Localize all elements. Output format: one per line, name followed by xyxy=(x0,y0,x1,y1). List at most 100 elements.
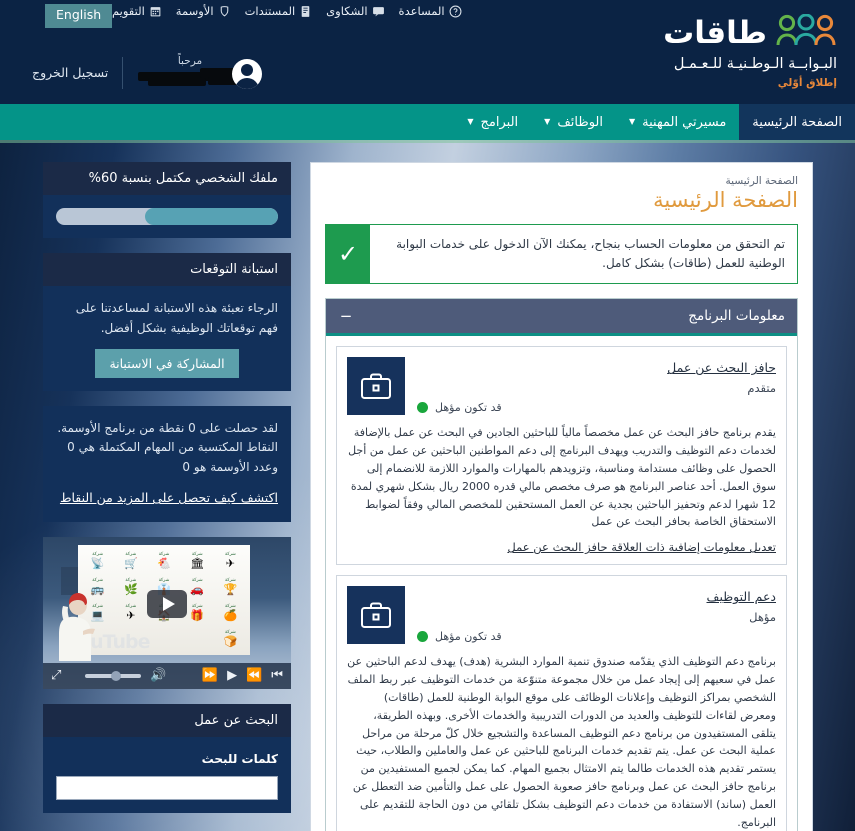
program-card-top: حافز البحث عن عمل متقدم قد تكون مؤهل xyxy=(347,357,776,416)
brand-tagline: إطلاق أوّلي xyxy=(777,76,837,89)
username-redacted xyxy=(134,68,246,87)
avatar-head xyxy=(241,64,253,76)
fullscreen-icon[interactable]: ⤢ xyxy=(51,669,61,682)
take-survey-button[interactable]: المشاركة في الاستبانة xyxy=(95,348,239,378)
play-icon[interactable]: ▶ xyxy=(227,669,237,682)
program-description: يقدم برنامج حافز البحث عن عمل مخصصاً مال… xyxy=(348,426,776,529)
skip-back-icon[interactable]: ⏮ xyxy=(271,669,283,682)
nav-item-label: مسيرتي المهنية xyxy=(642,114,727,130)
company-tile-icon: 🍊 xyxy=(223,609,238,623)
program-status: مؤهل xyxy=(749,610,776,625)
briefcase-icon xyxy=(347,586,405,645)
badge-shield-icon xyxy=(218,5,231,18)
company-tile: شركة 🍊 xyxy=(214,600,247,626)
nav-item-list: الصفحة الرئيسية مسيرتي المهنية ▼ الوظائف… xyxy=(0,104,855,140)
program-info-title: معلومات البرنامج xyxy=(688,308,785,325)
volume-slider[interactable] xyxy=(85,670,142,681)
collapse-toggle-button[interactable]: − xyxy=(338,308,354,324)
logout-link[interactable]: تسجيل الخروج xyxy=(32,65,120,80)
rewind-icon[interactable]: ⏪ xyxy=(246,669,262,682)
nav-underline xyxy=(0,140,855,143)
utility-item-documents[interactable]: المستندات xyxy=(245,4,313,18)
survey-description: الرجاء تعبئة هذه الاستبانة لمساعدتنا على… xyxy=(75,301,278,335)
badges-panel: لقد حصلت على 0 نقطة من برنامج الأوسمة. ا… xyxy=(43,405,291,522)
program-edit-link[interactable]: تعديل معلومات إضافية ذات العلاقة حافز ال… xyxy=(347,540,776,554)
avatar[interactable] xyxy=(232,59,262,89)
breadcrumb[interactable]: الصفحة الرئيسية xyxy=(325,175,798,187)
company-tile-icon: 🚗 xyxy=(190,583,205,597)
job-search-body: كلمات للبحث xyxy=(43,737,291,813)
company-tile-icon: 🏛 xyxy=(190,557,205,571)
badges-more-link[interactable]: اكتشف كيف تحصل على المزيد من النقاط xyxy=(60,488,278,509)
program-card-meta: دعم التوظيف مؤهل قد تكون مؤهل xyxy=(417,586,776,643)
language-toggle-button[interactable]: English xyxy=(45,4,113,28)
company-tile: شركة ✈ xyxy=(214,548,247,574)
company-tile-icon: 🏆 xyxy=(223,583,238,597)
company-tile: شركة ✈ xyxy=(114,600,147,626)
company-tile-icon: 🎁 xyxy=(190,609,205,623)
survey-body: الرجاء تعبئة هذه الاستبانة لمساعدتنا على… xyxy=(43,286,291,391)
program-title-link[interactable]: دعم التوظيف xyxy=(707,589,777,604)
chat-icon xyxy=(372,5,385,18)
company-tile: شركة 🛒 xyxy=(114,548,147,574)
chevron-down-icon: ▼ xyxy=(544,117,551,126)
nav-item-label: البرامج xyxy=(480,114,519,130)
avatar-body xyxy=(235,78,259,89)
sidebar: ملفك الشخصي مكتمل بنسبة 60% استبانة التو… xyxy=(43,162,291,828)
company-tile: شركة 🌿 xyxy=(114,574,147,600)
search-keywords-label: كلمات للبحث xyxy=(201,751,278,766)
program-eligibility: قد تكون مؤهل xyxy=(417,630,776,643)
nav-item-programs[interactable]: البرامج ▼ xyxy=(454,104,531,140)
utility-item-label: المساعدة xyxy=(398,4,445,18)
user-strip: تسجيل الخروج مرحباً xyxy=(0,52,300,100)
program-card: حافز البحث عن عمل متقدم قد تكون مؤهل يقد… xyxy=(336,346,787,566)
company-tile: شركة 🏆 xyxy=(214,574,247,600)
search-keywords-input[interactable] xyxy=(56,775,278,800)
brand-logo[interactable]: طاقات البـوابــة الـوطـنيـة للـعـمـل إطل… xyxy=(663,13,837,89)
program-card-top: دعم التوظيف مؤهل قد تكون مؤهل xyxy=(347,586,776,645)
volume-icon[interactable]: 🔊 xyxy=(150,669,166,682)
profile-progress-bar xyxy=(56,208,278,225)
video-play-overlay-button[interactable] xyxy=(147,589,187,618)
three-people-icon xyxy=(775,13,837,52)
program-title-link[interactable]: حافز البحث عن عمل xyxy=(667,360,776,375)
program-card: دعم التوظيف مؤهل قد تكون مؤهل برنامج دعم… xyxy=(336,575,787,831)
profile-completion-title: ملفك الشخصي مكتمل بنسبة 60% xyxy=(43,162,291,195)
nav-item-jobs[interactable]: الوظائف ▼ xyxy=(531,104,616,140)
fast-forward-icon[interactable]: ⏩ xyxy=(202,669,218,682)
survey-panel: استبانة التوقعات الرجاء تعبئة هذه الاستب… xyxy=(43,253,291,391)
utility-item-label: التقويم xyxy=(112,4,145,18)
brand-subtitle: البـوابــة الـوطـنيـة للـعـمـل xyxy=(673,56,837,72)
success-alert-text: تم التحقق من معلومات الحساب بنجاح، يمكنك… xyxy=(396,237,785,271)
program-info-header: − معلومات البرنامج xyxy=(326,299,797,337)
company-tile-icon: 🌿 xyxy=(123,583,138,597)
program-eligibility-text: قد تكون مؤهل xyxy=(435,630,502,644)
job-search-panel: البحث عن عمل كلمات للبحث xyxy=(43,703,291,813)
brand-wordmark: طاقات xyxy=(663,14,768,51)
volume-slider-knob[interactable] xyxy=(111,670,122,681)
utility-item-calendar[interactable]: التقويم xyxy=(112,4,162,18)
utility-links: المساعدة الشكاوى المستندات الأوسمة التقو… xyxy=(112,4,462,18)
company-tile-icon: 🍞 xyxy=(223,635,238,649)
greeting-text: مرحباً xyxy=(177,55,203,67)
utility-item-label: الأوسمة xyxy=(175,4,214,18)
program-info-body: حافز البحث عن عمل متقدم قد تكون مؤهل يقد… xyxy=(326,336,797,831)
nav-item-career[interactable]: مسيرتي المهنية ▼ xyxy=(616,104,739,140)
program-card-meta: حافز البحث عن عمل متقدم قد تكون مؤهل xyxy=(417,357,776,414)
play-icon xyxy=(162,596,175,611)
video-player-panel[interactable]: شركة✈شركة🏛شركة🐔شركة🛒شركة📡شركة🏆شركة🚗شركة👔… xyxy=(43,536,291,689)
company-tile: شركة 🏛 xyxy=(181,548,214,574)
job-search-title: البحث عن عمل xyxy=(43,703,291,737)
status-dot-icon xyxy=(417,631,428,643)
help-circle-icon xyxy=(449,5,462,18)
company-tile-icon: ✈ xyxy=(225,557,236,571)
badges-body: لقد حصلت على 0 نقطة من برنامج الأوسمة. ا… xyxy=(43,406,291,522)
utility-item-complaints[interactable]: الشكاوى xyxy=(326,4,384,18)
program-status: متقدم xyxy=(747,381,776,396)
utility-item-help[interactable]: المساعدة xyxy=(399,4,462,18)
chevron-down-icon: ▼ xyxy=(629,117,636,126)
utility-item-badges[interactable]: الأوسمة xyxy=(176,4,231,18)
program-eligibility-text: قد تكون مؤهل xyxy=(435,401,502,415)
company-tile: شركة 📡 xyxy=(81,548,114,574)
nav-item-home[interactable]: الصفحة الرئيسية xyxy=(739,104,855,140)
